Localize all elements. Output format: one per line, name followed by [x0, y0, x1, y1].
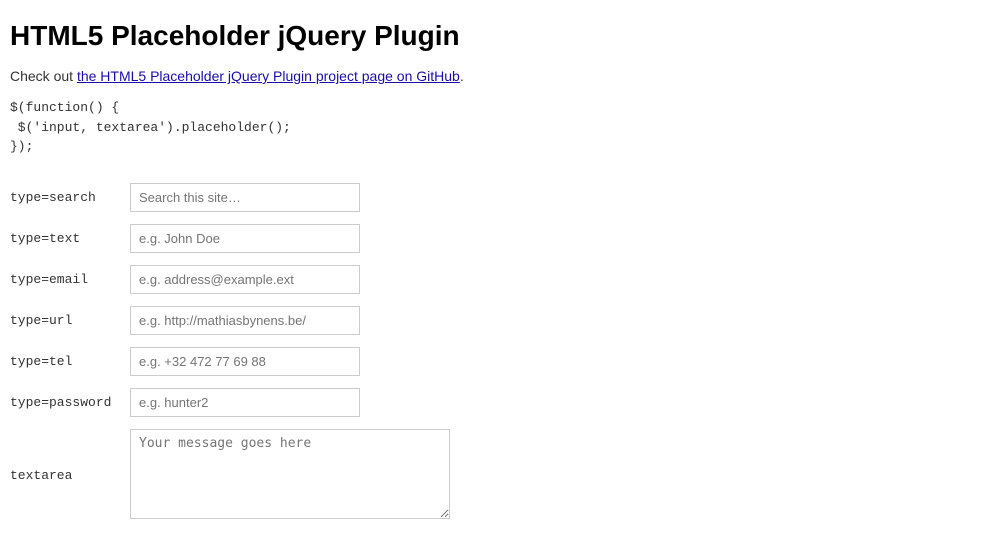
field-input-search[interactable]: [130, 183, 360, 212]
field-label-2: type=email: [10, 259, 130, 300]
field-cell-1: [130, 218, 460, 259]
page-title: HTML5 Placeholder jQuery Plugin: [10, 20, 988, 52]
field-cell-4: [130, 341, 460, 382]
field-row-3: type=url: [10, 300, 460, 341]
field-cell-0: [130, 177, 460, 218]
textarea-cell: [130, 423, 460, 528]
field-row-0: type=search: [10, 177, 460, 218]
field-row-2: type=email: [10, 259, 460, 300]
field-row-4: type=tel: [10, 341, 460, 382]
field-input-text[interactable]: [130, 224, 360, 253]
field-input-tel[interactable]: [130, 347, 360, 376]
github-link[interactable]: the HTML5 Placeholder jQuery Plugin proj…: [77, 68, 460, 84]
field-cell-2: [130, 259, 460, 300]
field-input-password[interactable]: [130, 388, 360, 417]
field-input-email[interactable]: [130, 265, 360, 294]
field-cell-5: [130, 382, 460, 423]
field-label-3: type=url: [10, 300, 130, 341]
demo-form: type=searchtype=texttype=emailtype=urlty…: [10, 177, 460, 528]
intro-text-before: Check out: [10, 68, 77, 84]
textarea-input[interactable]: [130, 429, 450, 519]
intro-paragraph: Check out the HTML5 Placeholder jQuery P…: [10, 68, 988, 84]
field-row-5: type=password: [10, 382, 460, 423]
field-label-5: type=password: [10, 382, 130, 423]
textarea-row: textarea: [10, 423, 460, 528]
field-label-4: type=tel: [10, 341, 130, 382]
field-row-1: type=text: [10, 218, 460, 259]
field-label-0: type=search: [10, 177, 130, 218]
field-label-1: type=text: [10, 218, 130, 259]
code-block: $(function() { $('input, textarea').plac…: [10, 98, 988, 157]
textarea-label: textarea: [10, 423, 130, 528]
intro-text-after: .: [460, 68, 464, 84]
field-cell-3: [130, 300, 460, 341]
field-input-url[interactable]: [130, 306, 360, 335]
